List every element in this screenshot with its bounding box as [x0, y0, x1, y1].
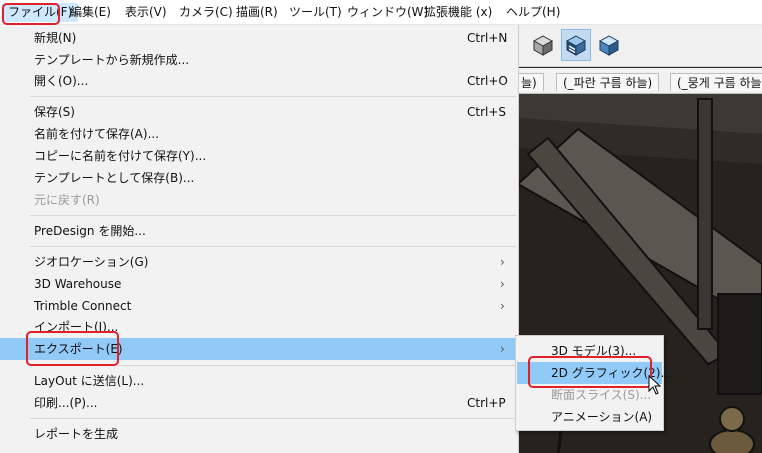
menu-separator: [30, 365, 516, 366]
menu-extensions[interactable]: 拡張機能 (x): [418, 3, 498, 22]
menu-edit[interactable]: 編集(E): [64, 3, 117, 22]
menu-item-label: 断面スライス(S)...: [551, 388, 652, 402]
menu-item-label: エクスポート(E): [34, 342, 123, 356]
menu-item-open[interactable]: 開く(O)... Ctrl+O: [0, 70, 518, 92]
menu-item-export[interactable]: エクスポート(E) ›: [0, 338, 518, 360]
menu-tools[interactable]: ツール(T): [283, 3, 348, 22]
menu-separator: [30, 96, 516, 97]
menu-item-label: テンプレートから新規作成...: [34, 53, 190, 67]
menu-item-save-copy-as[interactable]: コピーに名前を付けて保存(Y)...: [0, 145, 518, 167]
menu-item-new[interactable]: 新規(N) Ctrl+N: [0, 27, 518, 49]
menu-item-label: 新規(N): [34, 31, 77, 45]
box-layered-icon[interactable]: [561, 29, 591, 61]
menu-item-label: 3D モデル(3)...: [551, 344, 637, 358]
menu-item-trimble-connect[interactable]: Trimble Connect ›: [0, 295, 518, 317]
file-menu: 新規(N) Ctrl+N テンプレートから新規作成... 開く(O)... Ct…: [0, 25, 519, 453]
menu-item-label: ジオロケーション(G): [34, 255, 149, 269]
submenu-arrow-icon: ›: [500, 277, 505, 291]
toolbar: [518, 25, 762, 67]
menu-camera[interactable]: カメラ(C): [173, 3, 239, 22]
menu-item-label: 名前を付けて保存(A)...: [34, 127, 160, 141]
menu-item-print[interactable]: 印刷...(P)... Ctrl+P: [0, 392, 518, 414]
mouse-cursor-icon: [648, 374, 662, 398]
submenu-arrow-icon: ›: [500, 299, 505, 313]
menu-item-label: LayOut に送信(L)...: [34, 374, 145, 388]
menu-item-label: Trimble Connect: [34, 299, 132, 313]
submenu-arrow-icon: ›: [500, 255, 505, 269]
menu-item-label: レポートを生成: [34, 427, 119, 441]
menu-item-generate-report[interactable]: レポートを生成: [0, 423, 518, 445]
menu-item-new-from-template[interactable]: テンプレートから新規作成...: [0, 49, 518, 71]
menu-item-label: 3D Warehouse: [34, 277, 122, 291]
menu-item-label: アニメーション(A): [551, 410, 653, 424]
menu-item-label: 元に戻す(R): [34, 193, 100, 207]
box-iso-icon[interactable]: [528, 29, 558, 61]
submenu-arrow-icon: ›: [500, 342, 505, 356]
menu-item-save-as-template[interactable]: テンプレートとして保存(B)...: [0, 167, 518, 189]
menu-item-label: 印刷...(P)...: [34, 396, 98, 410]
submenu-item-2d-graphic[interactable]: 2D グラフィック(2)...: [517, 362, 672, 384]
menu-item-label: 保存(S): [34, 105, 75, 119]
box-cube-icon[interactable]: [594, 29, 624, 61]
menu-item-3d-warehouse[interactable]: 3D Warehouse ›: [0, 273, 518, 295]
submenu-item-animation[interactable]: アニメーション(A): [517, 406, 662, 428]
menu-separator: [30, 215, 516, 216]
menu-item-revert: 元に戻す(R): [0, 189, 518, 211]
menu-item-shortcut: Ctrl+P: [467, 396, 506, 410]
menu-help[interactable]: ヘルプ(H): [500, 3, 566, 22]
menu-item-import[interactable]: インポート(I)...: [0, 316, 518, 338]
menu-item-save-as[interactable]: 名前を付けて保存(A)...: [0, 123, 518, 145]
menu-separator: [30, 418, 516, 419]
submenu-item-section-slice: 断面スライス(S)...: [517, 384, 662, 406]
menu-item-shortcut: Ctrl+O: [467, 74, 508, 88]
menu-item-geolocation[interactable]: ジオロケーション(G) ›: [0, 251, 518, 273]
scene-tab[interactable]: (_파란 구름 하늘): [556, 73, 660, 91]
menu-item-shortcut: Ctrl+N: [467, 31, 508, 45]
menu-item-label: コピーに名前を付けて保存(Y)...: [34, 149, 207, 163]
menu-bar: ファイル(F) 編集(E) 表示(V) カメラ(C) 描画(R) ツール(T) …: [0, 0, 762, 25]
menu-item-send-to-layout[interactable]: LayOut に送信(L)...: [0, 370, 518, 392]
export-submenu: 3D モデル(3)... 2D グラフィック(2)... 断面スライス(S)..…: [515, 335, 672, 431]
submenu-item-3d-model[interactable]: 3D モデル(3)...: [517, 340, 662, 362]
menu-view[interactable]: 表示(V): [119, 3, 173, 22]
menu-draw[interactable]: 描画(R): [230, 3, 284, 22]
menu-item-predesign[interactable]: PreDesign を開始...: [0, 220, 518, 242]
menu-item-label: テンプレートとして保存(B)...: [34, 171, 195, 185]
menu-item-save[interactable]: 保存(S) Ctrl+S: [0, 101, 518, 123]
scene-tab[interactable]: (_뭉게 구름 하늘: [670, 73, 762, 91]
menu-item-shortcut: Ctrl+S: [467, 105, 507, 119]
menu-separator: [30, 246, 516, 247]
menu-item-label: インポート(I)...: [34, 320, 119, 334]
menu-item-label: PreDesign を開始...: [34, 224, 146, 238]
menu-item-label: 開く(O)...: [34, 74, 89, 88]
scene-tabs: 늘) (_파란 구름 하늘) (_뭉게 구름 하늘: [514, 68, 762, 94]
